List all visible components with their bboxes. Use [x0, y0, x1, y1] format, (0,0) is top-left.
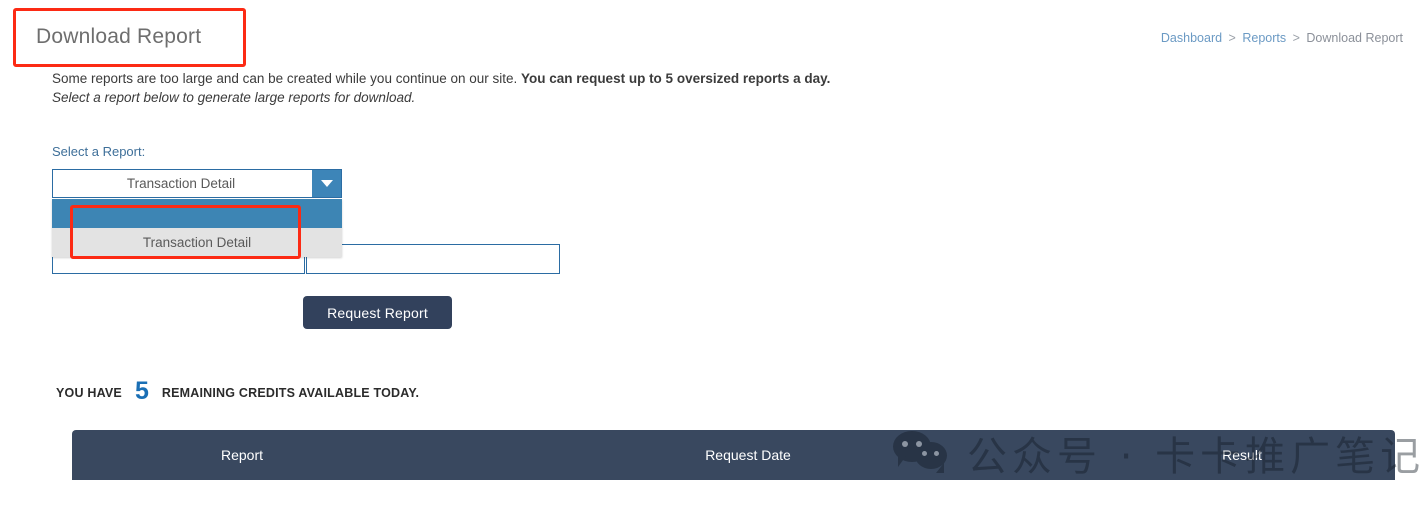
breadcrumb-link-reports[interactable]: Reports: [1242, 31, 1286, 45]
page-title: Download Report: [36, 25, 202, 48]
select-report-label: Select a Report:: [52, 144, 146, 159]
report-param-right-input[interactable]: [306, 244, 560, 274]
intro-line2: Select a report below to generate large …: [52, 90, 416, 105]
credits-count: 5: [134, 377, 149, 405]
report-select-value: Transaction Detail: [126, 176, 236, 191]
breadcrumb-link-dashboard[interactable]: Dashboard: [1161, 31, 1222, 45]
breadcrumb: Dashboard > Reports > Download Report: [1161, 31, 1403, 45]
credits-prefix: YOU HAVE: [56, 386, 122, 400]
results-table-header: Report Request Date Result: [72, 430, 1395, 480]
column-header-result[interactable]: Result: [1162, 430, 1322, 480]
column-header-report[interactable]: Report: [162, 430, 322, 480]
credits-suffix: REMAINING CREDITS AVAILABLE TODAY.: [161, 386, 420, 400]
column-header-request-date[interactable]: Request Date: [668, 430, 828, 480]
report-select[interactable]: Transaction Detail: [52, 169, 342, 198]
intro-line1-bold: You can request up to 5 oversized report…: [521, 71, 831, 86]
breadcrumb-separator: >: [1292, 31, 1300, 45]
request-report-button[interactable]: Request Report: [303, 296, 452, 329]
chevron-down-icon[interactable]: [312, 170, 341, 197]
breadcrumb-current: Download Report: [1306, 31, 1403, 45]
intro-text: Some reports are too large and can be cr…: [52, 69, 830, 107]
dropdown-option-blank[interactable]: [52, 199, 342, 228]
dropdown-option-transaction-detail[interactable]: Transaction Detail: [52, 228, 342, 257]
report-select-dropdown[interactable]: Transaction Detail: [52, 199, 342, 257]
intro-line1-plain: Some reports are too large and can be cr…: [52, 71, 522, 86]
remaining-credits: YOU HAVE 5 REMAINING CREDITS AVAILABLE T…: [56, 375, 420, 405]
caret-glyph: [320, 180, 333, 187]
breadcrumb-separator: >: [1228, 31, 1236, 45]
